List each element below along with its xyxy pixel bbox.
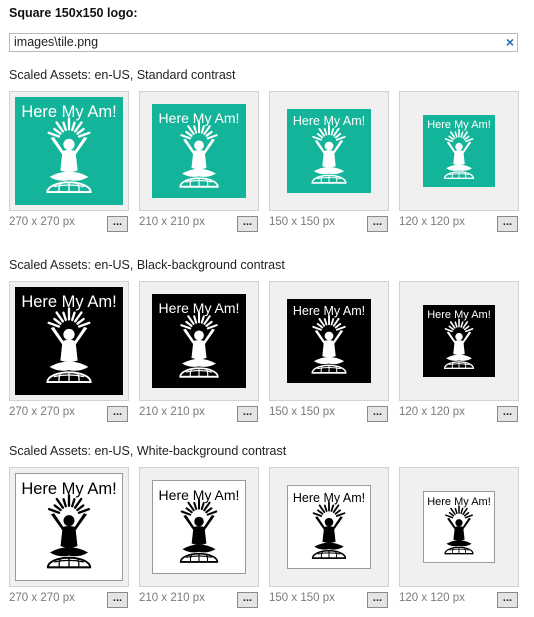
logo-tile-image: Here My Am! bbox=[152, 294, 246, 388]
tile-caption: Here My Am! bbox=[292, 491, 366, 505]
section-label-standard: Scaled Assets: en-US, Standard contrast bbox=[9, 68, 236, 82]
browse-asset-button[interactable]: ... bbox=[497, 406, 518, 422]
browse-asset-button[interactable]: ... bbox=[237, 406, 258, 422]
asset-size-label: 270 x 270 px bbox=[9, 216, 75, 228]
logo-tile-image: Here My Am! bbox=[287, 485, 371, 569]
asset-size-label: 210 x 210 px bbox=[139, 592, 205, 604]
tile-caption: Here My Am! bbox=[158, 110, 240, 126]
logo-tile-image: Here My Am! bbox=[423, 491, 495, 563]
asset-preview-white-3: Here My Am! bbox=[399, 467, 519, 587]
asset-preview-standard-2: Here My Am! bbox=[269, 91, 389, 211]
browse-asset-button[interactable]: ... bbox=[497, 592, 518, 608]
asset-preview-black-1: Here My Am! bbox=[139, 281, 259, 401]
asset-preview-black-3: Here My Am! bbox=[399, 281, 519, 401]
tile-caption: Here My Am! bbox=[427, 496, 491, 508]
section-label-white: Scaled Assets: en-US, White-background c… bbox=[9, 444, 287, 458]
browse-asset-button[interactable]: ... bbox=[237, 592, 258, 608]
tile-caption: Here My Am! bbox=[21, 103, 117, 121]
asset-size-label: 210 x 210 px bbox=[139, 406, 205, 418]
tile-caption: Here My Am! bbox=[158, 487, 240, 503]
asset-preview-standard-0: Here My Am! bbox=[9, 91, 129, 211]
browse-asset-button[interactable]: ... bbox=[107, 406, 128, 422]
browse-asset-button[interactable]: ... bbox=[497, 216, 518, 232]
asset-size-label: 150 x 150 px bbox=[269, 592, 335, 604]
asset-size-label: 120 x 120 px bbox=[399, 592, 465, 604]
asset-preview-black-2: Here My Am! bbox=[269, 281, 389, 401]
logo-tile-image: Here My Am! bbox=[15, 473, 123, 581]
asset-size-label: 270 x 270 px bbox=[9, 592, 75, 604]
clear-icon[interactable]: × bbox=[506, 34, 514, 51]
browse-asset-button[interactable]: ... bbox=[107, 216, 128, 232]
logo-tile-image: Here My Am! bbox=[15, 97, 123, 205]
asset-preview-standard-3: Here My Am! bbox=[399, 91, 519, 211]
asset-preview-white-0: Here My Am! bbox=[9, 467, 129, 587]
asset-size-label: 270 x 270 px bbox=[9, 406, 75, 418]
asset-size-label: 120 x 120 px bbox=[399, 216, 465, 228]
logo-path-input[interactable]: images\tile.png × bbox=[9, 33, 518, 52]
asset-preview-white-2: Here My Am! bbox=[269, 467, 389, 587]
logo-path-value[interactable]: images\tile.png bbox=[14, 35, 98, 49]
tile-caption: Here My Am! bbox=[292, 304, 366, 318]
tile-caption: Here My Am! bbox=[21, 293, 117, 311]
asset-preview-black-0: Here My Am! bbox=[9, 281, 129, 401]
tile-caption: Here My Am! bbox=[427, 309, 491, 321]
page-title: Square 150x150 logo: bbox=[9, 6, 138, 20]
tile-caption: Here My Am! bbox=[292, 114, 366, 128]
asset-size-label: 120 x 120 px bbox=[399, 406, 465, 418]
browse-asset-button[interactable]: ... bbox=[107, 592, 128, 608]
browse-asset-button[interactable]: ... bbox=[367, 406, 388, 422]
asset-preview-white-1: Here My Am! bbox=[139, 467, 259, 587]
logo-tile-image: Here My Am! bbox=[423, 115, 495, 187]
logo-tile-image: Here My Am! bbox=[287, 299, 371, 383]
browse-asset-button[interactable]: ... bbox=[237, 216, 258, 232]
logo-tile-image: Here My Am! bbox=[287, 109, 371, 193]
tile-caption: Here My Am! bbox=[427, 119, 491, 131]
asset-size-label: 150 x 150 px bbox=[269, 216, 335, 228]
asset-preview-standard-1: Here My Am! bbox=[139, 91, 259, 211]
logo-tile-image: Here My Am! bbox=[152, 480, 246, 574]
section-label-black: Scaled Assets: en-US, Black-background c… bbox=[9, 258, 285, 272]
tile-caption: Here My Am! bbox=[158, 300, 240, 316]
logo-tile-image: Here My Am! bbox=[152, 104, 246, 198]
browse-asset-button[interactable]: ... bbox=[367, 592, 388, 608]
asset-size-label: 150 x 150 px bbox=[269, 406, 335, 418]
browse-asset-button[interactable]: ... bbox=[367, 216, 388, 232]
logo-tile-image: Here My Am! bbox=[423, 305, 495, 377]
tile-caption: Here My Am! bbox=[21, 480, 117, 498]
asset-size-label: 210 x 210 px bbox=[139, 216, 205, 228]
logo-tile-image: Here My Am! bbox=[15, 287, 123, 395]
